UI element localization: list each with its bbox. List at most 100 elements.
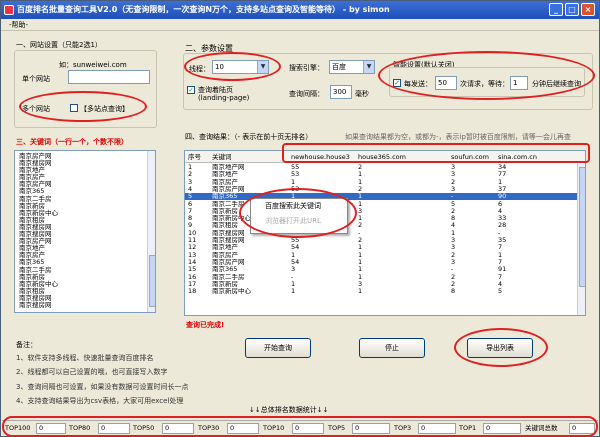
table-cell: 3: [451, 237, 456, 244]
table-cell: 1: [358, 244, 363, 252]
table-cell: 南京新房中心: [212, 288, 251, 296]
table-cell: 2: [451, 207, 456, 215]
table-cell: 3: [358, 207, 363, 215]
minimize-button[interactable]: _: [549, 3, 563, 16]
table-cell: 1: [358, 251, 363, 259]
table-cell: 2: [451, 273, 456, 281]
table-cell: 南京租房: [212, 222, 238, 230]
note-line: 2、线程都可以自己设置的哦，也可直接写入数字: [16, 368, 168, 376]
table-row[interactable]: 11 南京搜房网 55 2 3 35: [185, 237, 577, 244]
table-row[interactable]: 17 南京新房 1 3 2 4: [185, 281, 577, 288]
title-bar: 百度排名批量查询工具V2.0（无查询限制，一次查询N万个，支持多站点查询及智能等…: [1, 1, 599, 19]
start-button[interactable]: 开始查询: [245, 338, 311, 358]
table-cell: 37: [498, 185, 507, 193]
table-cell: 8: [451, 215, 456, 223]
table-cell: 2: [358, 222, 363, 230]
highlight-ellipse: [184, 52, 281, 81]
table-cell: 10: [188, 229, 197, 237]
close-button[interactable]: ×: [581, 3, 595, 16]
engine-label: 搜索引擎：: [289, 64, 324, 72]
table-cell: 54: [291, 244, 300, 252]
table-cell: 南京房产网: [212, 258, 245, 266]
interval-input[interactable]: 300: [330, 85, 352, 99]
table-row[interactable]: 5 南京365 1 1-90: [185, 193, 577, 201]
table-cell: 16: [188, 273, 197, 281]
table-cell: 14: [188, 258, 197, 266]
table-cell: 91: [498, 266, 507, 274]
table-cell: 南京房产: [212, 251, 238, 259]
table-cell: 34: [498, 164, 507, 171]
table-cell: 2: [451, 280, 456, 288]
table-cell: 9: [188, 222, 193, 230]
engine-select[interactable]: 百度 ▼: [329, 60, 375, 74]
table-cell: 55: [291, 237, 300, 244]
table-cell: 1: [358, 288, 363, 296]
table-cell: 6: [498, 200, 503, 208]
table-row[interactable]: 3 南京房产 1 1 2 1: [185, 179, 577, 186]
table-row[interactable]: 10南京搜房网--1-: [185, 230, 577, 237]
table-cell: 33: [498, 215, 507, 223]
table-cell: -: [451, 193, 454, 201]
window-title: 百度排名批量查询工具V2.0（无查询限制，一次查询N万个，支持多站点查询及智能等…: [17, 5, 390, 14]
table-cell: 2: [188, 171, 193, 179]
table-cell: 53: [291, 171, 300, 179]
table-cell: 54: [291, 258, 300, 266]
notes-title: 备注：: [16, 341, 37, 349]
table-cell: 3: [291, 266, 296, 274]
highlight-box: [282, 143, 590, 163]
table-cell: 1: [498, 251, 503, 259]
table-row[interactable]: 14 南京房产网 54 1 3 7: [185, 259, 577, 266]
landing-checkbox[interactable]: ✓: [187, 86, 195, 94]
table-cell: 13: [188, 251, 197, 259]
table-row[interactable]: 13 南京房产 1 1 2 1: [185, 252, 577, 259]
table-cell: 55: [291, 164, 300, 171]
table-cell: 2: [451, 251, 456, 259]
table-cell: -: [498, 229, 501, 237]
table-cell: 5: [451, 200, 456, 208]
keyword-item: 南京搜房网: [19, 300, 52, 309]
col-header[interactable]: 序号: [188, 151, 201, 163]
keywords-textarea[interactable]: 南京房产网 南京搜房网 南京地产 南京房产 南京房产网 南京365 南京二手房 南京新房 南京新…: [14, 150, 156, 313]
results-title: 四、查询结果：（- 表示在前十页无排名）: [185, 133, 313, 141]
table-row[interactable]: 15 南京365 3 1 - 91: [185, 266, 577, 273]
table-cell: 4: [498, 280, 503, 288]
table-row[interactable]: 4 南京房产网 53 2 3 37: [185, 186, 577, 193]
table-row[interactable]: 1 南京地产网 55 2 3 34: [185, 164, 577, 171]
menu-help[interactable]: -帮助-: [9, 20, 28, 30]
table-cell: 90: [498, 193, 507, 201]
highlight-ellipse: [2, 416, 598, 437]
keywords-scrollbar[interactable]: [147, 151, 155, 312]
table-cell: 1: [291, 178, 296, 186]
table-cell: 1: [188, 164, 193, 171]
table-cell: 南京房产: [212, 178, 238, 186]
stop-button[interactable]: 停止: [359, 338, 425, 358]
table-cell: 南京搜房网: [212, 229, 245, 237]
table-cell: 4: [188, 185, 193, 193]
table-cell: 1: [291, 288, 296, 296]
table-cell: 4: [451, 222, 456, 230]
table-cell: 1: [358, 258, 363, 266]
table-cell: 1: [358, 171, 363, 179]
table-cell: 南京新房: [212, 280, 238, 288]
done-text: 查询已完成!: [186, 321, 225, 329]
table-cell: 8: [188, 215, 193, 223]
table-cell: 5: [498, 288, 503, 296]
table-row[interactable]: 2 南京地产 53 1 3 77: [185, 171, 577, 178]
table-cell: 3: [358, 280, 363, 288]
table-cell: 15: [188, 266, 197, 274]
table-cell: 南京二手房: [212, 273, 245, 281]
single-site-label: 单个网站: [22, 75, 50, 83]
col-header[interactable]: 关键词: [212, 151, 232, 163]
highlight-ellipse: [19, 91, 147, 122]
table-scrollbar[interactable]: [577, 163, 585, 315]
maximize-button[interactable]: □: [565, 3, 579, 16]
landing-sub-label: (landing-page): [198, 94, 250, 102]
table-row[interactable]: 18 南京新房中心 1 1 8 5: [185, 288, 577, 295]
single-site-input[interactable]: [68, 70, 150, 84]
table-cell: 3: [188, 178, 193, 186]
chevron-down-icon: ▼: [363, 61, 374, 73]
table-cell: -: [291, 273, 294, 281]
table-row[interactable]: 16 南京二手房 - 1 2 7: [185, 274, 577, 281]
table-row[interactable]: 12 南京地产 54 1 3 7: [185, 244, 577, 251]
results-table[interactable]: 序号 关键词 newhouse.house3 house365.com souf…: [184, 150, 586, 316]
